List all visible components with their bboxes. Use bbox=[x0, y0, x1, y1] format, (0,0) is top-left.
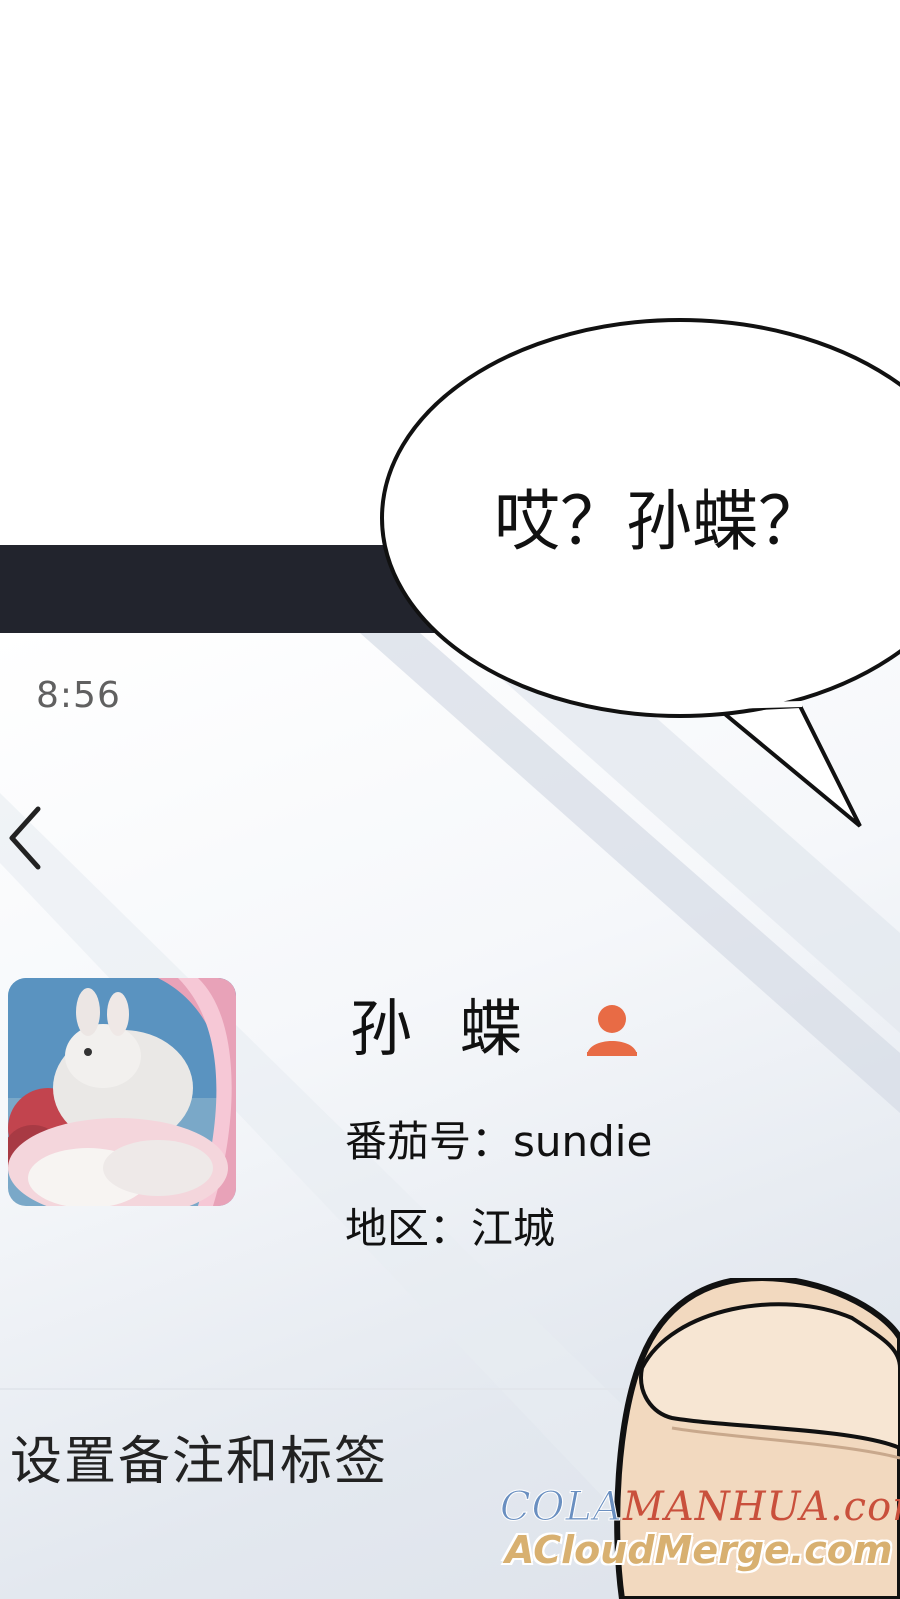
profile-region-value: 江城 bbox=[471, 1204, 556, 1253]
watermark-part-a: COLA bbox=[500, 1484, 623, 1531]
profile-id-row: 番茄号：sundie bbox=[345, 1108, 652, 1169]
speech-bubble bbox=[380, 318, 900, 828]
watermark-part-c: .com bbox=[829, 1484, 900, 1530]
profile-id-value: sundie bbox=[513, 1117, 653, 1166]
speech-bubble-text: 哎？孙蝶？ bbox=[494, 483, 824, 560]
status-time: 8:56 bbox=[36, 675, 121, 716]
set-remark-and-tags[interactable]: 设置备注和标签 bbox=[10, 1419, 388, 1494]
contact-person-icon bbox=[587, 1005, 637, 1056]
profile-avatar[interactable] bbox=[8, 978, 236, 1206]
profile-region-row: 地区：江城 bbox=[345, 1195, 555, 1256]
watermark-part-b: MANHUA bbox=[622, 1484, 830, 1530]
profile-region-label: 地区： bbox=[345, 1204, 472, 1253]
profile-id-label: 番茄号： bbox=[345, 1117, 514, 1166]
profile-name: 孙 蝶 bbox=[350, 992, 536, 1065]
watermark-line-1: COLAMANHUA.com bbox=[500, 1484, 900, 1531]
back-arrow-icon[interactable] bbox=[6, 803, 46, 873]
watermark-line-2: ACloudMerge.com bbox=[505, 1528, 893, 1572]
